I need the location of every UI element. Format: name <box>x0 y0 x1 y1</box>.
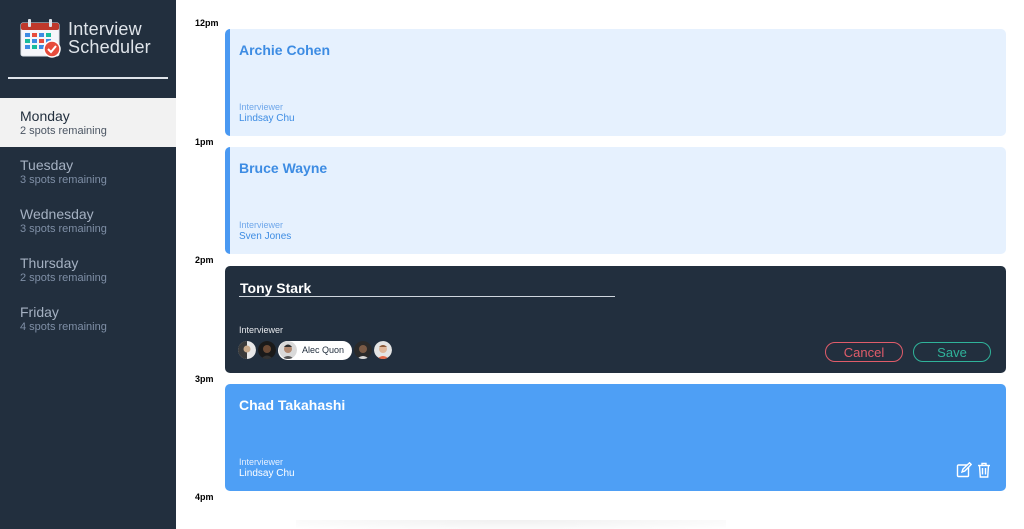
student-name: Archie Cohen <box>239 42 331 58</box>
interviewer-label: Interviewer <box>239 457 284 467</box>
interviewer-avatar[interactable] <box>354 341 373 359</box>
day-name: Monday <box>20 108 70 124</box>
day-list: Monday 2 spots remaining Tuesday 3 spots… <box>0 98 176 343</box>
day-spots: 3 spots remaining <box>20 174 107 186</box>
day-name: Friday <box>20 304 59 320</box>
time-label: 12pm <box>195 18 219 28</box>
day-spots: 3 spots remaining <box>20 223 107 235</box>
interviewer-avatar[interactable] <box>238 341 256 359</box>
selected-interviewer-name: Alec Quon <box>302 345 345 355</box>
student-name: Chad Takahashi <box>239 397 346 413</box>
interviewer-avatar <box>279 341 297 359</box>
day-item-tuesday[interactable]: Tuesday 3 spots remaining <box>0 147 176 196</box>
interviewer-label: Interviewer <box>239 325 284 335</box>
app-title: Interview Scheduler <box>68 19 151 57</box>
interviewer-label: Interviewer <box>239 102 284 112</box>
selected-interviewer[interactable]: Alec Quon <box>278 340 353 360</box>
brand: Interview Scheduler <box>20 18 170 60</box>
cancel-button[interactable]: Cancel <box>825 342 903 362</box>
edit-icon[interactable] <box>956 461 973 478</box>
appointment-card[interactable]: Bruce Wayne Interviewer Sven Jones <box>225 147 1006 254</box>
appointment-edit-form: Interviewer Alec Quon Cancel Save <box>225 266 1006 373</box>
day-item-thursday[interactable]: Thursday 2 spots remaining <box>0 245 176 294</box>
day-item-wednesday[interactable]: Wednesday 3 spots remaining <box>0 196 176 245</box>
time-label: 3pm <box>195 374 214 384</box>
trash-icon[interactable] <box>976 462 992 478</box>
time-label: 1pm <box>195 137 214 147</box>
interviewer-label: Interviewer <box>239 220 284 230</box>
schedule: 12pm 1pm 2pm 3pm 4pm Archie Cohen Interv… <box>176 0 1024 529</box>
time-label: 2pm <box>195 255 214 265</box>
save-button[interactable]: Save <box>913 342 991 362</box>
interviewer-list: Alec Quon <box>238 340 394 360</box>
day-spots: 2 spots remaining <box>20 125 107 137</box>
interviewer-name: Lindsay Chu <box>239 113 295 124</box>
student-name: Bruce Wayne <box>239 160 328 176</box>
day-spots: 4 spots remaining <box>20 321 107 333</box>
footer-shadow <box>296 520 726 529</box>
interviewer-name: Lindsay Chu <box>239 468 295 479</box>
sidebar: Interview Scheduler Monday 2 spots remai… <box>0 0 176 529</box>
student-name-input[interactable] <box>239 279 615 297</box>
day-item-friday[interactable]: Friday 4 spots remaining <box>0 294 176 343</box>
day-name: Thursday <box>20 255 79 271</box>
interviewer-avatar[interactable] <box>374 341 393 359</box>
day-name: Tuesday <box>20 157 74 173</box>
day-item-monday[interactable]: Monday 2 spots remaining <box>0 98 176 147</box>
time-label: 4pm <box>195 492 214 502</box>
day-name: Wednesday <box>20 206 94 222</box>
interviewer-avatar[interactable] <box>258 341 276 359</box>
appointment-card[interactable]: Archie Cohen Interviewer Lindsay Chu <box>225 29 1006 136</box>
day-spots: 2 spots remaining <box>20 272 107 284</box>
appointment-card[interactable]: Chad Takahashi Interviewer Lindsay Chu <box>225 384 1006 491</box>
sidebar-divider <box>8 77 168 79</box>
interviewer-name: Sven Jones <box>239 231 292 242</box>
calendar-check-icon <box>20 18 62 58</box>
